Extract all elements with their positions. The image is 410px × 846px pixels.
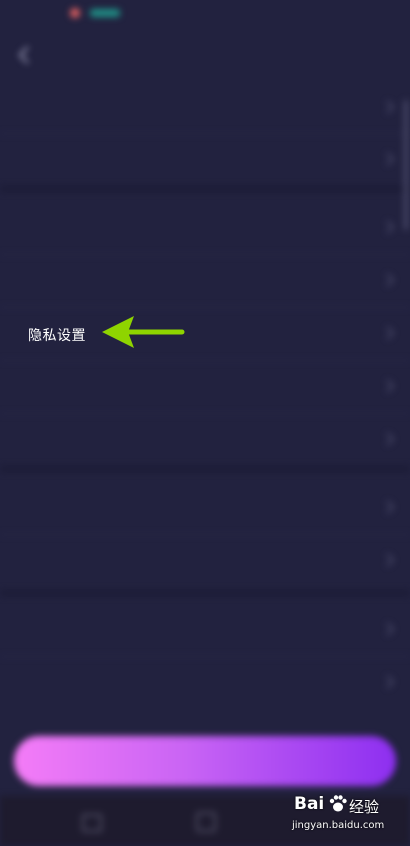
settings-row[interactable] xyxy=(0,361,410,413)
group-separator xyxy=(0,466,410,472)
chevron-right-icon xyxy=(386,100,394,114)
chevron-right-icon xyxy=(386,273,394,287)
recent-apps-icon[interactable] xyxy=(82,814,102,832)
chevron-right-icon xyxy=(386,675,394,689)
status-bar xyxy=(0,0,410,28)
chevron-right-icon xyxy=(386,152,394,166)
settings-row[interactable] xyxy=(0,482,410,534)
settings-row[interactable] xyxy=(0,535,410,587)
group-separator xyxy=(0,186,410,192)
settings-screen: 隐私设置 Bai 经验 jingyan.baidu.com xyxy=(0,0,410,846)
settings-row[interactable] xyxy=(0,202,410,254)
settings-row[interactable] xyxy=(0,134,410,186)
watermark-logo: Bai xyxy=(294,794,325,814)
settings-row[interactable] xyxy=(0,414,410,466)
notification-dot xyxy=(70,8,80,18)
chevron-right-icon xyxy=(386,220,394,234)
watermark-url: jingyan.baidu.com xyxy=(292,820,385,831)
settings-row[interactable] xyxy=(0,657,410,709)
arrow-left-icon xyxy=(102,316,185,348)
settings-row[interactable] xyxy=(0,604,410,656)
chevron-right-icon xyxy=(386,500,394,514)
home-icon[interactable] xyxy=(196,812,216,832)
baidu-watermark: Bai 经验 jingyan.baidu.com xyxy=(292,792,388,842)
logout-button[interactable] xyxy=(14,736,396,786)
chevron-left-icon[interactable] xyxy=(18,45,30,65)
nav-bar xyxy=(0,28,410,84)
network-indicator xyxy=(90,9,120,17)
watermark-suffix: 经验 xyxy=(349,798,380,816)
privacy-settings-label[interactable]: 隐私设置 xyxy=(28,325,86,345)
chevron-right-icon xyxy=(386,622,394,636)
scrollbar[interactable] xyxy=(404,100,408,230)
settings-row[interactable] xyxy=(0,255,410,307)
chevron-right-icon xyxy=(386,553,394,567)
blurred-content xyxy=(0,0,410,846)
settings-row[interactable] xyxy=(0,82,410,134)
chevron-right-icon xyxy=(386,432,394,446)
group-separator xyxy=(0,590,410,596)
paw-icon xyxy=(329,795,347,812)
chevron-right-icon xyxy=(386,326,394,340)
chevron-right-icon xyxy=(386,379,394,393)
